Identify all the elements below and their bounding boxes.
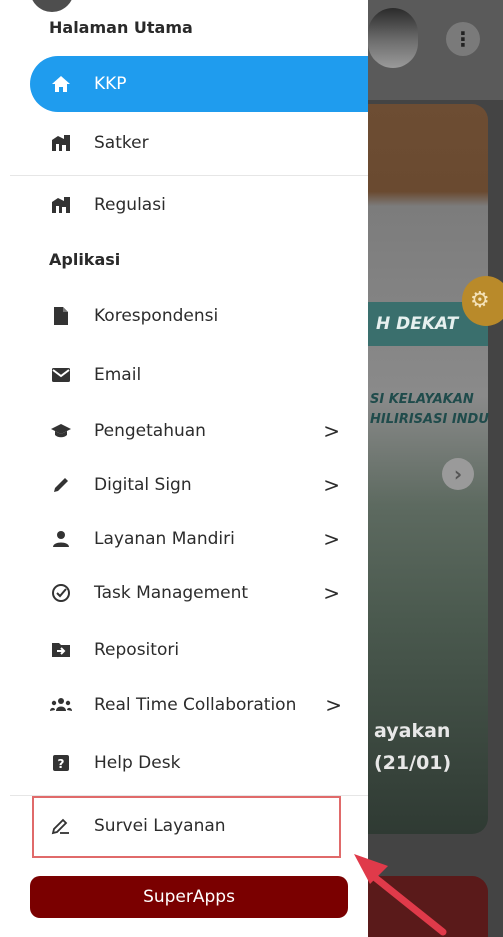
menu-item-label: Layanan Mandiri	[94, 529, 235, 549]
menu-item-label: Digital Sign	[94, 475, 192, 495]
background-photo-text-1: SI KELAYAKAN	[370, 392, 474, 407]
menu-item-satker[interactable]: Satker	[0, 115, 368, 171]
svg-text:?: ?	[58, 757, 65, 771]
document-icon	[50, 305, 72, 327]
navigation-drawer: Halaman Utama KKP Satker Regulasi Aplika…	[0, 0, 368, 937]
menu-item-label: Email	[94, 365, 142, 385]
menu-item-label: Korespondensi	[94, 306, 219, 326]
home-icon	[50, 73, 72, 95]
carousel-next-icon[interactable]: ›	[442, 458, 474, 490]
graduation-cap-icon	[50, 420, 72, 442]
menu-item-label: KKP	[94, 74, 127, 94]
more-options-icon[interactable]: ⋮	[446, 22, 480, 56]
menu-item-real-time-collaboration[interactable]: Real Time Collaboration >	[0, 677, 368, 733]
group-icon	[50, 694, 72, 716]
menu-item-regulasi[interactable]: Regulasi	[0, 177, 368, 233]
background-caption-1: ayakan	[374, 720, 451, 742]
folder-arrow-icon	[50, 639, 72, 661]
building-icon	[50, 132, 72, 154]
menu-item-repositori[interactable]: Repositori	[0, 622, 368, 678]
menu-item-label: Regulasi	[94, 195, 166, 215]
pencil-icon	[50, 474, 72, 496]
check-circle-icon	[50, 582, 72, 604]
settings-gear-icon[interactable]: ⚙	[462, 276, 503, 326]
background-photo-text-2: HILIRISASI INDU	[370, 412, 489, 427]
pointer-arrow-icon	[354, 854, 447, 936]
menu-item-task-management[interactable]: Task Management >	[0, 565, 368, 621]
divider	[10, 175, 368, 176]
menu-item-help-desk[interactable]: ? Help Desk	[0, 735, 368, 791]
menu-item-label: Satker	[94, 133, 149, 153]
chevron-right-icon: >	[325, 693, 342, 717]
menu-item-kkp[interactable]: KKP	[30, 56, 368, 112]
chevron-right-icon: >	[323, 581, 340, 605]
background-topbar: ⋮	[368, 0, 503, 100]
building-icon	[50, 194, 72, 216]
background-app: ⋮ H DEKAT SI KELAYAKAN HILIRISASI INDU ›…	[368, 0, 503, 937]
highlight-box	[32, 796, 341, 858]
person-icon	[50, 528, 72, 550]
section-aplikasi: Aplikasi	[49, 250, 121, 269]
menu-item-label: Help Desk	[94, 753, 181, 773]
menu-item-email[interactable]: Email	[0, 347, 368, 403]
chevron-right-icon: >	[323, 473, 340, 497]
mail-icon	[50, 364, 72, 386]
background-caption-2: (21/01)	[374, 752, 452, 774]
section-halaman-utama: Halaman Utama	[49, 18, 193, 37]
menu-item-layanan-mandiri[interactable]: Layanan Mandiri >	[0, 511, 368, 567]
drawer-avatar	[30, 0, 74, 12]
menu-item-label: Real Time Collaboration	[94, 695, 297, 715]
menu-item-label: Task Management	[94, 583, 249, 603]
question-icon: ?	[50, 752, 72, 774]
avatar	[368, 8, 418, 68]
background-banner-photo: H DEKAT SI KELAYAKAN HILIRISASI INDU › a…	[368, 104, 489, 834]
menu-item-label: Repositori	[94, 640, 180, 660]
superapps-button[interactable]: SuperApps	[30, 876, 348, 918]
menu-item-digital-sign[interactable]: Digital Sign >	[0, 457, 368, 513]
menu-item-label: Pengetahuan	[94, 421, 206, 441]
menu-item-korespondensi[interactable]: Korespondensi	[0, 288, 368, 344]
chevron-right-icon: >	[323, 419, 340, 443]
chevron-right-icon: >	[323, 527, 340, 551]
menu-item-pengetahuan[interactable]: Pengetahuan >	[0, 403, 368, 459]
